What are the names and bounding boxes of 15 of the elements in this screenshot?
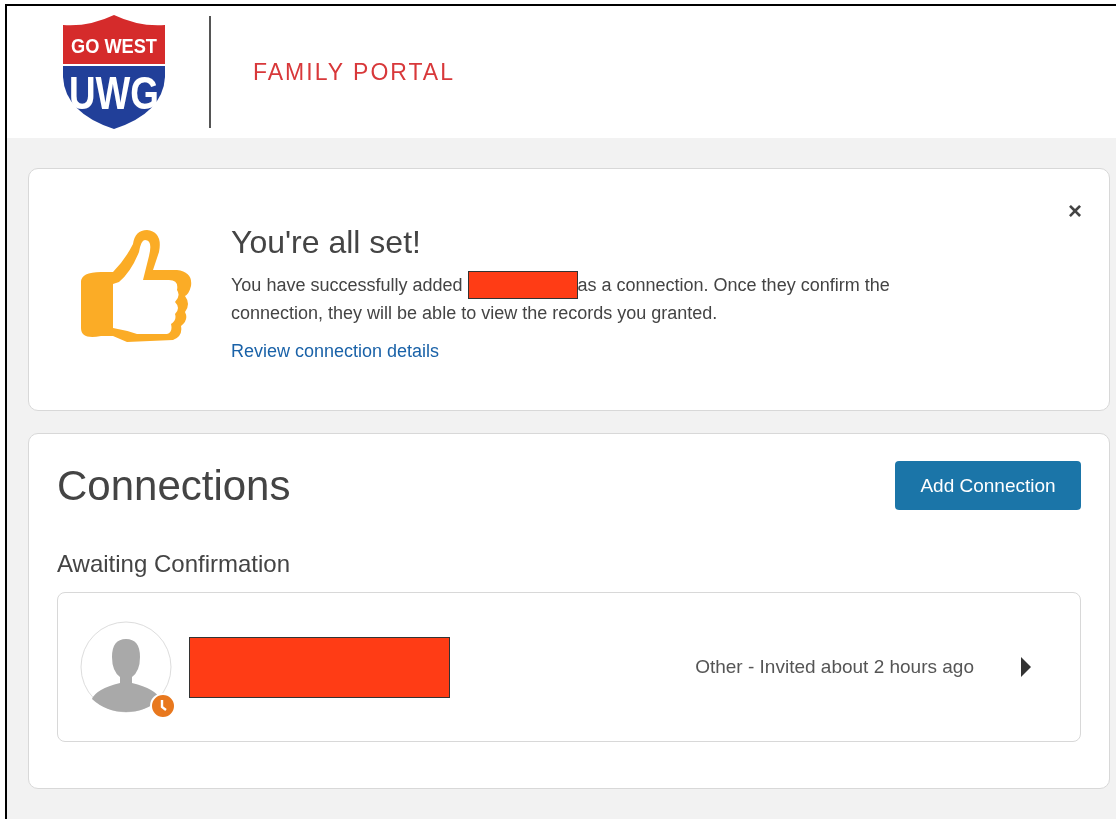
invite-status: Other - Invited about 2 hours ago [695, 656, 974, 678]
connection-row[interactable]: Other - Invited about 2 hours ago [57, 592, 1081, 742]
portal-title: FAMILY PORTAL [253, 58, 455, 86]
alert-title: You're all set! [231, 224, 422, 261]
message-text: connection, they will be able to view the records you granted. [231, 302, 718, 325]
avatar-icon [80, 621, 172, 713]
clock-icon [150, 693, 176, 719]
section-heading: Awaiting Confirmation [57, 550, 291, 578]
message-text: You have successfully added [231, 274, 464, 297]
close-button[interactable]: × [1068, 197, 1082, 225]
caret-icon[interactable] [1020, 656, 1032, 678]
add-connection-button[interactable]: Add Connection [895, 461, 1081, 510]
connections-heading: Connections [57, 461, 291, 510]
message-text: as a connection. Once they confirm the [577, 274, 890, 297]
review-details-link[interactable]: Review connection details [231, 341, 440, 362]
